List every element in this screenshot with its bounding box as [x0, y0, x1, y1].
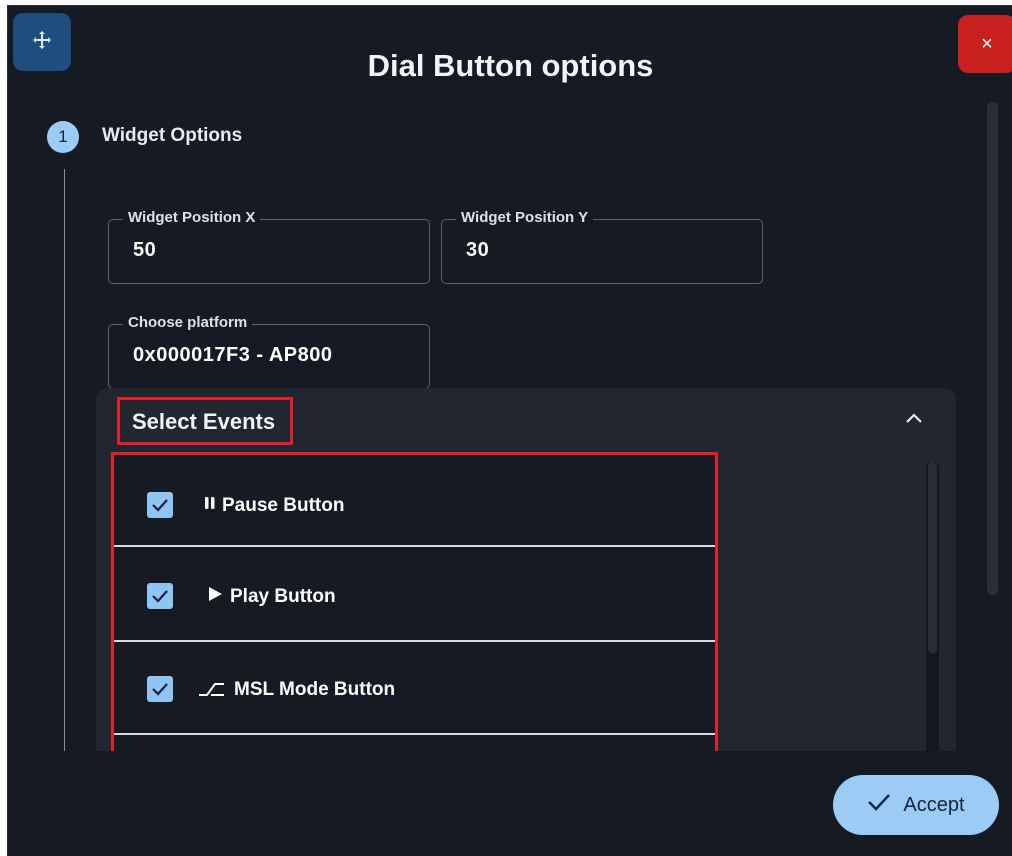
dialog-title: Dial Button options	[367, 48, 654, 83]
widget-position-y-field[interactable]: Widget Position Y 30	[441, 209, 763, 284]
widget-position-x-value[interactable]: 50	[133, 239, 156, 262]
accept-label: Accept	[903, 793, 965, 816]
dial-button-options-dialog: × Dial Button options 1 Widget Options W…	[7, 5, 1012, 856]
play-button-label: Play Button	[230, 586, 336, 607]
platform-select-label: Choose platform	[123, 314, 253, 331]
msl-mode-checkbox[interactable]	[147, 676, 173, 702]
accept-button[interactable]: Accept	[833, 775, 999, 835]
platform-select[interactable]: Choose platform 0x000017F3 - AP800	[108, 314, 430, 389]
widget-position-y-label: Widget Position Y	[456, 209, 594, 226]
chevron-up-icon	[905, 411, 923, 429]
step-number-badge: 1	[47, 121, 79, 153]
pause-button-label: Pause Button	[222, 495, 345, 516]
step-label: Widget Options	[102, 125, 243, 146]
widget-position-x-field[interactable]: Widget Position X 50	[108, 209, 430, 284]
play-checkbox[interactable]	[147, 583, 173, 609]
play-icon	[207, 586, 223, 607]
collapse-events-button[interactable]	[902, 408, 926, 432]
check-icon	[152, 590, 168, 603]
msl-mode-icon	[198, 681, 226, 702]
check-icon	[152, 499, 168, 512]
events-scroll-thumb[interactable]	[928, 461, 937, 654]
step-connector-line	[64, 169, 65, 751]
pause-icon	[203, 495, 217, 516]
widget-position-x-label: Widget Position X	[123, 209, 261, 226]
event-item-play[interactable]: Play Button	[114, 550, 715, 642]
platform-select-value: 0x000017F3 - AP800	[133, 344, 333, 366]
events-list: Pause Button Play Button MSL Mode Button	[111, 452, 718, 755]
check-icon	[152, 683, 168, 696]
event-item-pause[interactable]: Pause Button	[114, 455, 715, 547]
msl-mode-button-label: MSL Mode Button	[234, 679, 396, 700]
event-item-msl-mode[interactable]: MSL Mode Button	[114, 643, 715, 735]
select-events-title[interactable]: Select Events	[132, 409, 275, 435]
pause-checkbox[interactable]	[147, 492, 173, 518]
check-icon	[867, 793, 891, 817]
dialog-scrollbar[interactable]	[987, 102, 998, 595]
widget-position-y-value[interactable]: 30	[466, 239, 489, 262]
